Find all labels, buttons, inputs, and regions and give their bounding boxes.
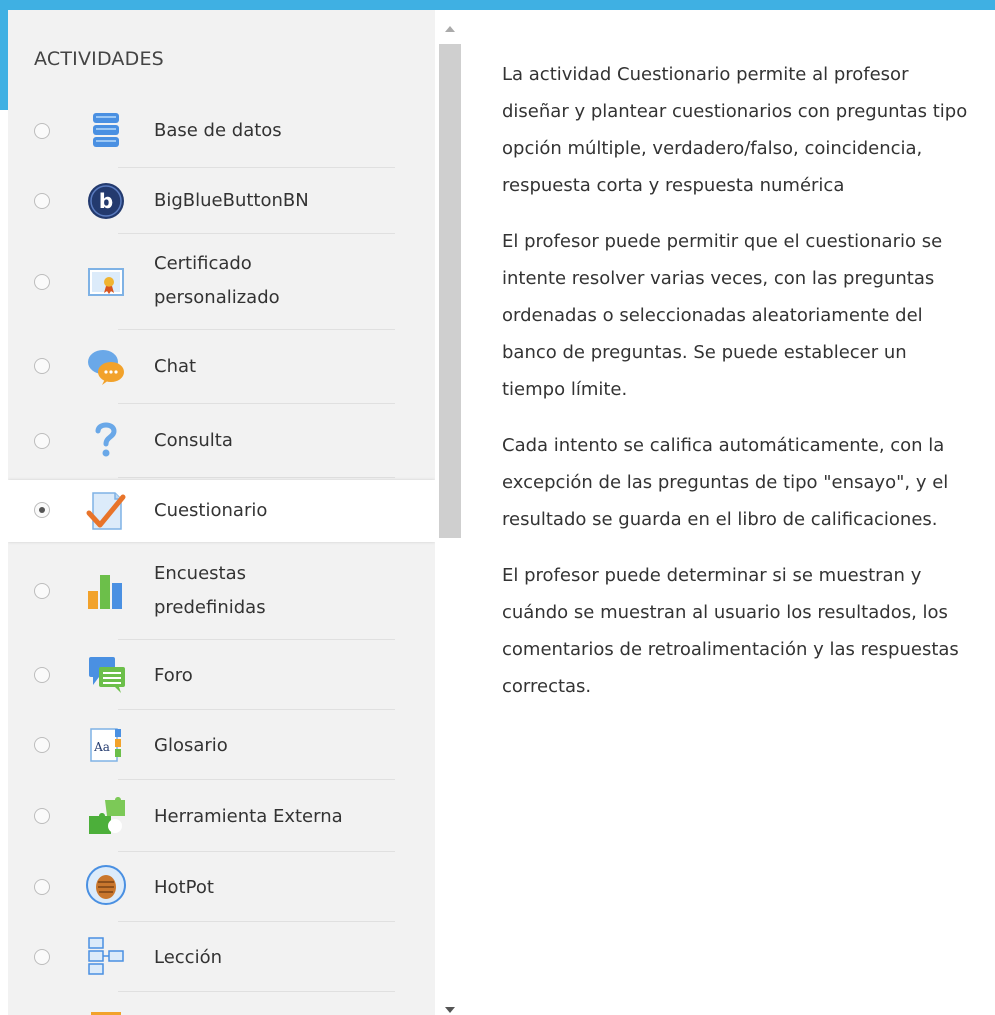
activity-label: Chat bbox=[154, 356, 197, 377]
radio-button[interactable] bbox=[34, 667, 50, 683]
radio-button[interactable] bbox=[34, 949, 50, 965]
activities-list-panel: ACTIVIDADES Base de datos b BigBlueButto… bbox=[8, 10, 435, 1015]
activity-option-base-de-datos[interactable]: Base de datos bbox=[8, 94, 435, 168]
activity-label: Base de datos bbox=[154, 120, 282, 141]
activity-option-bigbluebuttonbn[interactable]: b BigBlueButtonBN bbox=[8, 168, 435, 234]
forum-icon bbox=[89, 657, 125, 693]
activity-option-chat[interactable]: Chat bbox=[8, 330, 435, 404]
description-paragraph: El profesor puede permitir que el cuesti… bbox=[502, 231, 943, 400]
activity-option-hotpot[interactable]: HotPot bbox=[8, 852, 435, 922]
scrollbar-thumb[interactable] bbox=[439, 44, 461, 538]
radio-button[interactable] bbox=[34, 879, 50, 895]
glossary-icon: Aa bbox=[90, 728, 121, 762]
top-accent-bar bbox=[0, 0, 995, 10]
activity-option-encuestas-predefinidas[interactable]: Encuestas predefinidas bbox=[8, 544, 435, 640]
radio-button[interactable] bbox=[34, 123, 50, 139]
radio-button[interactable] bbox=[34, 583, 50, 599]
activity-option-foro[interactable]: Foro bbox=[8, 640, 435, 710]
activity-option-cuestionario[interactable]: Cuestionario bbox=[8, 480, 435, 542]
svg-text:Aa: Aa bbox=[93, 740, 110, 754]
scroll-up-arrow-icon[interactable] bbox=[445, 26, 455, 32]
puzzle-icon bbox=[89, 797, 125, 834]
activity-label: Lección bbox=[154, 947, 223, 968]
activity-label: Foro bbox=[154, 665, 193, 686]
certificate-icon bbox=[88, 268, 124, 296]
radio-button[interactable] bbox=[34, 274, 50, 290]
activity-option-certificado-personalizado[interactable]: Certificado personalizado bbox=[8, 234, 435, 330]
activities-heading: ACTIVIDADES bbox=[34, 48, 164, 70]
quiz-checkmark-icon bbox=[86, 492, 126, 530]
lesson-icon bbox=[88, 937, 124, 975]
radio-button[interactable] bbox=[34, 433, 50, 449]
radio-button[interactable] bbox=[34, 737, 50, 753]
activity-label: Encuestas predefinidas bbox=[154, 563, 266, 618]
activity-option-leccion[interactable]: Lección bbox=[8, 922, 435, 992]
activity-label: Cuestionario bbox=[154, 500, 268, 521]
question-mark-icon bbox=[95, 422, 117, 457]
activity-option-glosario[interactable]: Aa Glosario bbox=[8, 710, 435, 780]
radio-button[interactable] bbox=[34, 502, 50, 518]
bar-chart-icon bbox=[88, 575, 122, 609]
activity-label: BigBlueButtonBN bbox=[154, 190, 309, 211]
bigbluebutton-icon: b bbox=[88, 183, 124, 219]
description-paragraph: Cada intento se califica automáticamente… bbox=[502, 435, 949, 530]
description-paragraph: La actividad Cuestionario permite al pro… bbox=[502, 64, 968, 196]
activity-label: Consulta bbox=[154, 430, 233, 451]
database-icon bbox=[93, 113, 119, 147]
activity-label: Herramienta Externa bbox=[154, 806, 343, 827]
radio-button[interactable] bbox=[34, 358, 50, 374]
svg-text:b: b bbox=[99, 189, 113, 213]
activity-label: Glosario bbox=[154, 735, 228, 756]
divider bbox=[118, 477, 395, 478]
activity-label: Certificado personalizado bbox=[154, 253, 280, 308]
radio-button[interactable] bbox=[34, 193, 50, 209]
radio-button[interactable] bbox=[34, 808, 50, 824]
activity-option-consulta[interactable]: Consulta bbox=[8, 404, 435, 478]
hotpot-icon bbox=[86, 865, 126, 905]
scroll-down-arrow-icon[interactable] bbox=[445, 1007, 455, 1013]
chat-icon bbox=[88, 350, 124, 385]
description-paragraph: El profesor puede determinar si se muest… bbox=[502, 565, 959, 697]
activity-description: La actividad Cuestionario permite al pro… bbox=[502, 56, 972, 724]
activity-option-herramienta-externa[interactable]: Herramienta Externa bbox=[8, 780, 435, 852]
activity-option-partial[interactable] bbox=[8, 992, 435, 1015]
activity-label: HotPot bbox=[154, 877, 214, 898]
